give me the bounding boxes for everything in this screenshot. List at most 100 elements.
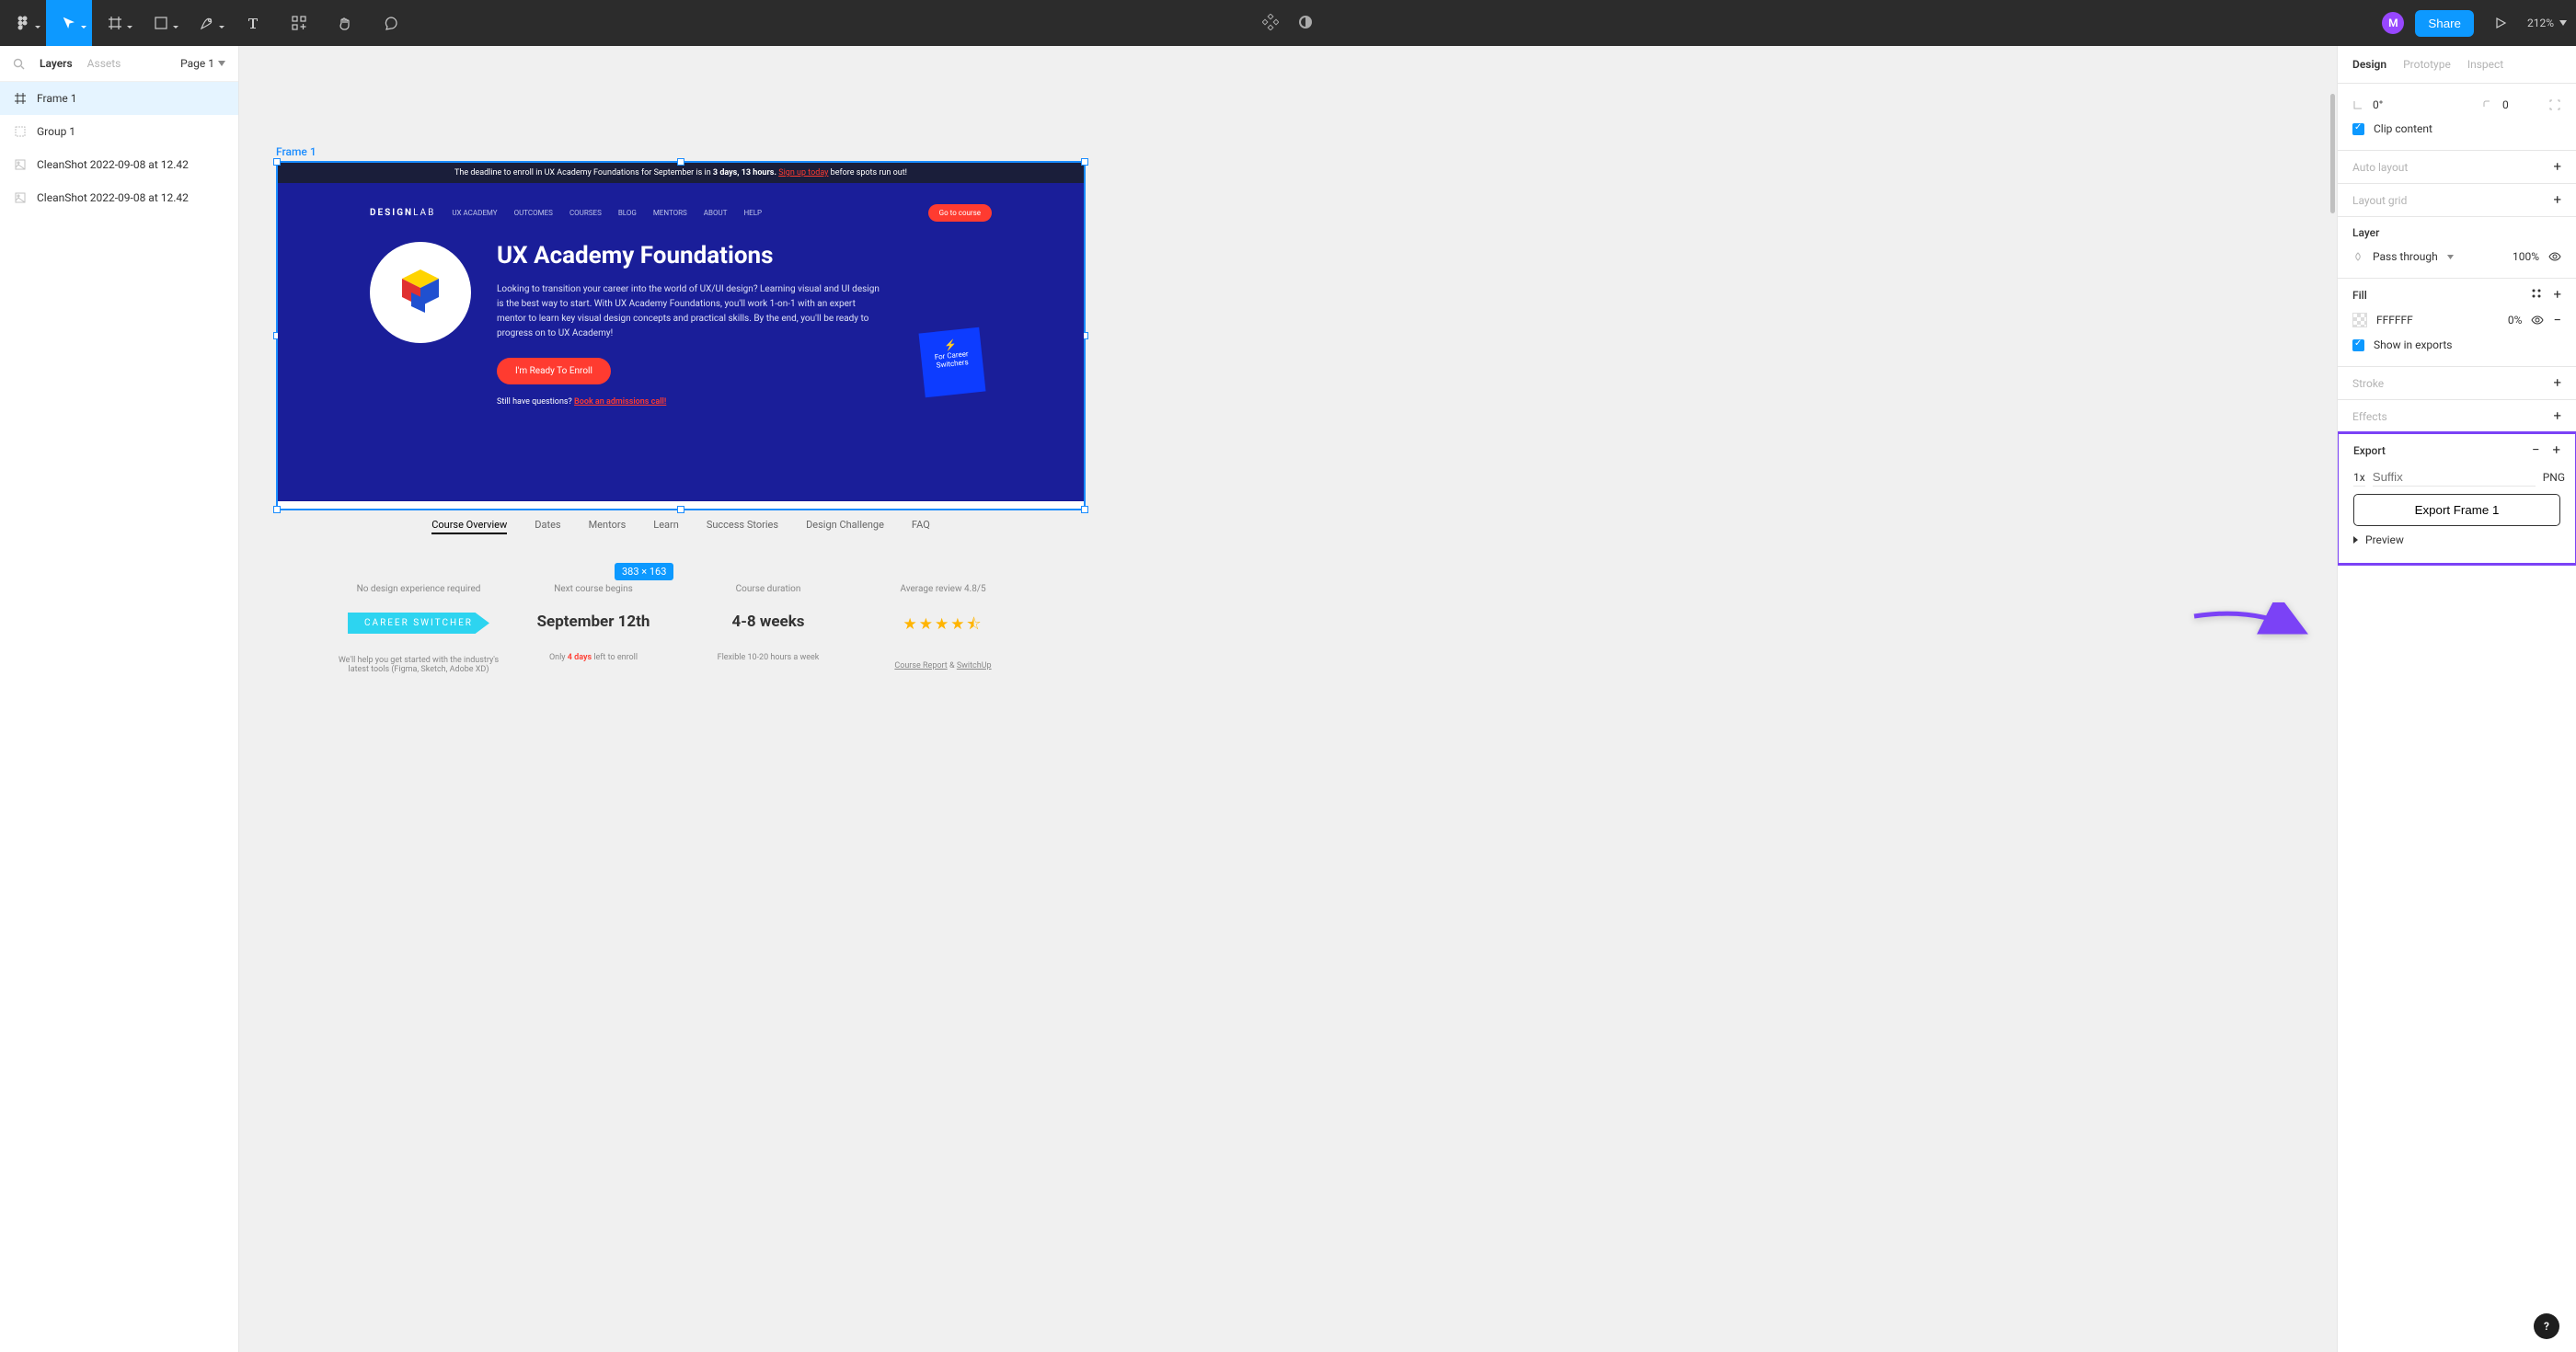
- pen-tool[interactable]: [184, 0, 230, 46]
- component-icon[interactable]: [1262, 14, 1279, 33]
- deadline-banner: The deadline to enroll in UX Academy Fou…: [278, 163, 1084, 183]
- layer-group-1[interactable]: Group 1: [0, 115, 238, 148]
- text-tool[interactable]: [230, 0, 276, 46]
- frame-label[interactable]: Frame 1: [276, 145, 1086, 158]
- layer-label: Layer: [2352, 226, 2561, 245]
- layer-name: Group 1: [37, 125, 75, 138]
- properties-tabs: Design Prototype Inspect: [2338, 46, 2576, 84]
- resources-tool[interactable]: [276, 0, 322, 46]
- fill-opacity[interactable]: 0%: [2508, 314, 2523, 327]
- frame-tool[interactable]: [92, 0, 138, 46]
- go-to-course-button: Go to course: [928, 204, 992, 222]
- layer-image-2[interactable]: CleanShot 2022-09-08 at 12.42: [0, 181, 238, 214]
- export-format[interactable]: PNG: [2543, 471, 2565, 484]
- toolbar-center: [1262, 14, 1314, 33]
- remove-fill[interactable]: −: [2553, 314, 2561, 327]
- hero-title: UX Academy Foundations: [497, 242, 883, 269]
- add-layout-grid[interactable]: +: [2553, 193, 2561, 207]
- toolbar-right: M Share 212%: [2382, 0, 2576, 46]
- chevron-right-icon: [2353, 536, 2358, 544]
- assets-tab[interactable]: Assets: [80, 57, 129, 70]
- user-avatar[interactable]: M: [2382, 12, 2404, 34]
- hand-tool[interactable]: [322, 0, 368, 46]
- layers-tab[interactable]: Layers: [32, 57, 80, 70]
- preview-toggle[interactable]: Preview: [2353, 526, 2560, 554]
- expand-corners-icon[interactable]: [2548, 98, 2561, 111]
- toolbar-tools: [0, 0, 414, 46]
- below-frame-content: Course Overview Dates Mentors Learn Succ…: [276, 506, 1086, 674]
- shape-tool[interactable]: [138, 0, 184, 46]
- layers-panel-header: Layers Assets Page 1: [0, 46, 238, 82]
- share-button[interactable]: Share: [2415, 10, 2474, 37]
- image-icon: [13, 157, 28, 172]
- play-icon: [2494, 17, 2507, 29]
- prototype-tab[interactable]: Prototype: [2403, 58, 2451, 71]
- comment-icon: [384, 16, 398, 30]
- eye-icon[interactable]: [2548, 252, 2561, 261]
- add-stroke[interactable]: +: [2553, 376, 2561, 390]
- fill-swatch[interactable]: [2352, 313, 2367, 327]
- hero-logo: [370, 242, 471, 343]
- rotation-input[interactable]: 0°: [2373, 98, 2383, 111]
- image-icon: [13, 190, 28, 205]
- frame-1[interactable]: The deadline to enroll in UX Academy Fou…: [276, 161, 1086, 510]
- add-effect[interactable]: +: [2553, 409, 2561, 423]
- mask-icon[interactable]: [1297, 14, 1314, 33]
- preview-label: Preview: [2365, 533, 2404, 546]
- styles-icon[interactable]: [2531, 288, 2542, 299]
- export-label: Export: [2353, 444, 2386, 457]
- annotation-arrow: [2190, 602, 2309, 651]
- text-icon: [247, 17, 259, 29]
- clip-label: Clip content: [2374, 122, 2432, 135]
- search-icon[interactable]: [13, 58, 25, 70]
- main-menu-button[interactable]: [0, 0, 46, 46]
- page-name: Page 1: [180, 57, 214, 70]
- show-exports-checkbox[interactable]: [2352, 339, 2364, 351]
- comment-tool[interactable]: [368, 0, 414, 46]
- layer-name: CleanShot 2022-09-08 at 12.42: [37, 191, 189, 204]
- help-button[interactable]: ?: [2534, 1313, 2559, 1339]
- blend-mode[interactable]: Pass through: [2373, 250, 2438, 263]
- layer-name: Frame 1: [37, 92, 76, 105]
- export-scale[interactable]: 1x: [2353, 469, 2365, 487]
- frame-icon: [13, 91, 28, 106]
- right-panel-scrollbar[interactable]: [2330, 94, 2335, 213]
- layer-frame-1[interactable]: Frame 1: [0, 82, 238, 115]
- present-button[interactable]: [2485, 0, 2516, 46]
- resources-icon: [292, 16, 306, 30]
- opacity-input[interactable]: 100%: [2513, 250, 2539, 263]
- clip-checkbox[interactable]: [2352, 123, 2364, 135]
- blend-icon: [2352, 251, 2363, 262]
- auto-layout-label: Auto layout: [2352, 161, 2408, 174]
- corner-input[interactable]: 0: [2502, 98, 2539, 111]
- export-button[interactable]: Export Frame 1: [2353, 494, 2560, 526]
- frame-wrapper: Frame 1 The deadline to enroll in UX Aca…: [276, 145, 1086, 510]
- fill-hex[interactable]: FFFFFF: [2376, 314, 2413, 327]
- layer-image-1[interactable]: CleanShot 2022-09-08 at 12.42: [0, 148, 238, 181]
- layers-panel: Layers Assets Page 1 Frame 1 Group 1 Cle…: [0, 46, 239, 1352]
- canvas[interactable]: Frame 1 The deadline to enroll in UX Aca…: [239, 46, 2337, 1352]
- group-icon: [13, 124, 28, 139]
- move-tool[interactable]: [46, 0, 92, 46]
- add-auto-layout[interactable]: +: [2553, 160, 2561, 174]
- zoom-control[interactable]: 212%: [2527, 17, 2567, 29]
- design-tab[interactable]: Design: [2352, 58, 2386, 71]
- hero-section: DESIGNLAB UX ACADEMY OUTCOMES COURSES BL…: [278, 183, 1084, 501]
- figma-icon: [16, 16, 30, 30]
- add-fill[interactable]: +: [2553, 288, 2561, 302]
- frame-icon: [108, 16, 122, 30]
- questions-text: Still have questions? Book an admissions…: [497, 397, 883, 407]
- resize-handle-tm[interactable]: [677, 158, 684, 166]
- eye-icon[interactable]: [2531, 315, 2544, 325]
- top-toolbar: M Share 212%: [0, 0, 2576, 46]
- add-export[interactable]: +: [2552, 443, 2560, 457]
- cube-icon: [393, 265, 448, 320]
- resize-handle-tl[interactable]: [273, 158, 281, 166]
- export-suffix-input[interactable]: [2373, 468, 2536, 487]
- page-selector[interactable]: Page 1: [180, 57, 225, 70]
- inspect-tab[interactable]: Inspect: [2467, 58, 2503, 71]
- properties-panel: Design Prototype Inspect 0° 0 Clip conte…: [2337, 46, 2576, 1352]
- remove-export[interactable]: −: [2532, 443, 2540, 457]
- cursor-icon: [63, 17, 75, 29]
- resize-handle-tr[interactable]: [1081, 158, 1088, 166]
